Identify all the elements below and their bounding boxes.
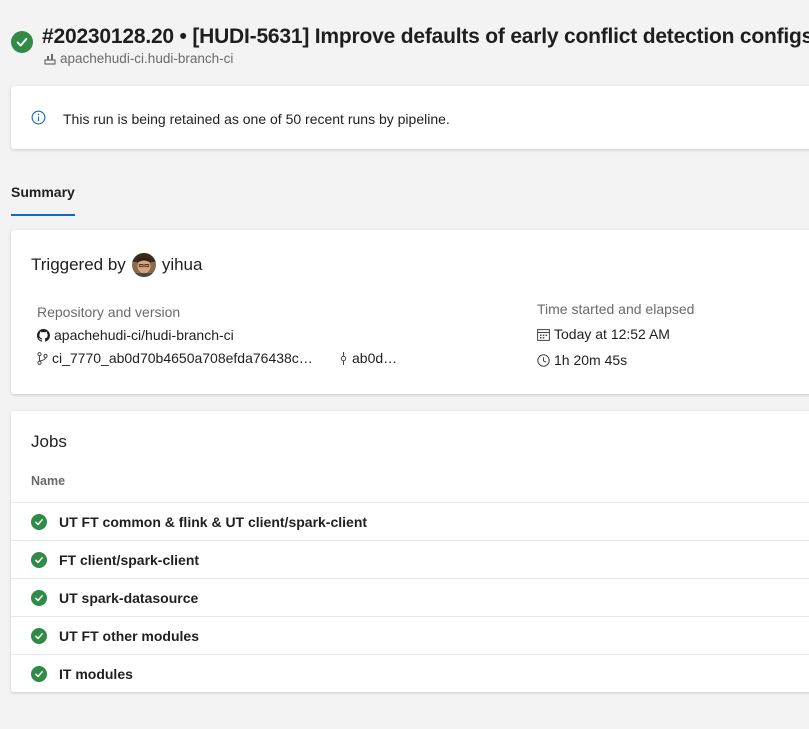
branch-name: ci_7770_ab0d70b4650a708efda76438c… (52, 350, 313, 366)
jobs-card: Jobs Name UT FT common & flink & UT clie… (11, 411, 809, 692)
trigger-card: Triggered by yihua Repository and versio… (11, 230, 809, 394)
jobs-title: Jobs (31, 432, 67, 451)
repository-name: apachehudi-ci/hudi-branch-ci (54, 327, 234, 343)
branch-link[interactable]: ci_7770_ab0d70b4650a708efda76438c… (37, 350, 313, 366)
tab-summary[interactable]: Summary (11, 175, 75, 216)
repo-heading: Repository and version (37, 304, 181, 320)
job-name: UT spark-datasource (59, 590, 199, 606)
job-name: UT FT other modules (59, 628, 199, 644)
triggered-by-label: Triggered by (31, 255, 126, 274)
commit-link[interactable]: ab0d… (339, 350, 397, 366)
job-success-icon (31, 666, 47, 682)
retention-banner: This run is being retained as one of 50 … (11, 86, 809, 149)
elapsed-time-value: 1h 20m 45s (554, 352, 628, 368)
job-row[interactable]: UT FT other modules (11, 616, 809, 655)
run-success-icon (11, 31, 33, 53)
info-icon (31, 110, 46, 125)
retention-message: This run is being retained as one of 50 … (63, 111, 450, 127)
commit-id: ab0d… (352, 350, 398, 366)
branch-icon (37, 351, 48, 365)
tab-bar: Summary (11, 175, 75, 216)
repository-link[interactable]: apachehudi-ci/hudi-branch-ci (37, 327, 234, 343)
clock-icon (537, 353, 550, 367)
job-success-icon (31, 628, 47, 644)
job-row[interactable]: IT modules (11, 654, 809, 693)
job-name: FT client/spark-client (59, 552, 200, 568)
elapsed-time: 1h 20m 45s (537, 352, 627, 368)
commit-icon (340, 351, 347, 365)
start-time-value: Today at 12:52 AM (554, 326, 670, 342)
job-name: IT modules (59, 666, 133, 682)
triggered-by: Triggered by yihua (31, 253, 202, 277)
job-row[interactable]: FT client/spark-client (11, 540, 809, 579)
calendar-icon (537, 328, 550, 341)
avatar[interactable] (131, 253, 156, 277)
run-header: #20230128.20 • [HUDI-5631] Improve defau… (0, 0, 809, 80)
job-row[interactable]: UT spark-datasource (11, 578, 809, 617)
pipeline-link[interactable]: apachehudi-ci.hudi-branch-ci (44, 51, 233, 66)
trigger-user[interactable]: yihua (162, 255, 203, 275)
github-icon (37, 328, 50, 342)
job-success-icon (31, 514, 47, 530)
time-heading: Time started and elapsed (537, 301, 695, 317)
job-success-icon (31, 552, 47, 568)
run-title: #20230128.20 • [HUDI-5631] Improve defau… (42, 25, 809, 48)
start-time: Today at 12:52 AM (537, 326, 670, 342)
job-row[interactable]: UT FT common & flink & UT client/spark-c… (11, 502, 809, 541)
pipeline-name: apachehudi-ci.hudi-branch-ci (60, 51, 234, 66)
job-success-icon (31, 590, 47, 606)
pipeline-icon (44, 53, 56, 65)
job-name: UT FT common & flink & UT client/spark-c… (59, 514, 368, 530)
column-header-name[interactable]: Name (31, 474, 65, 488)
